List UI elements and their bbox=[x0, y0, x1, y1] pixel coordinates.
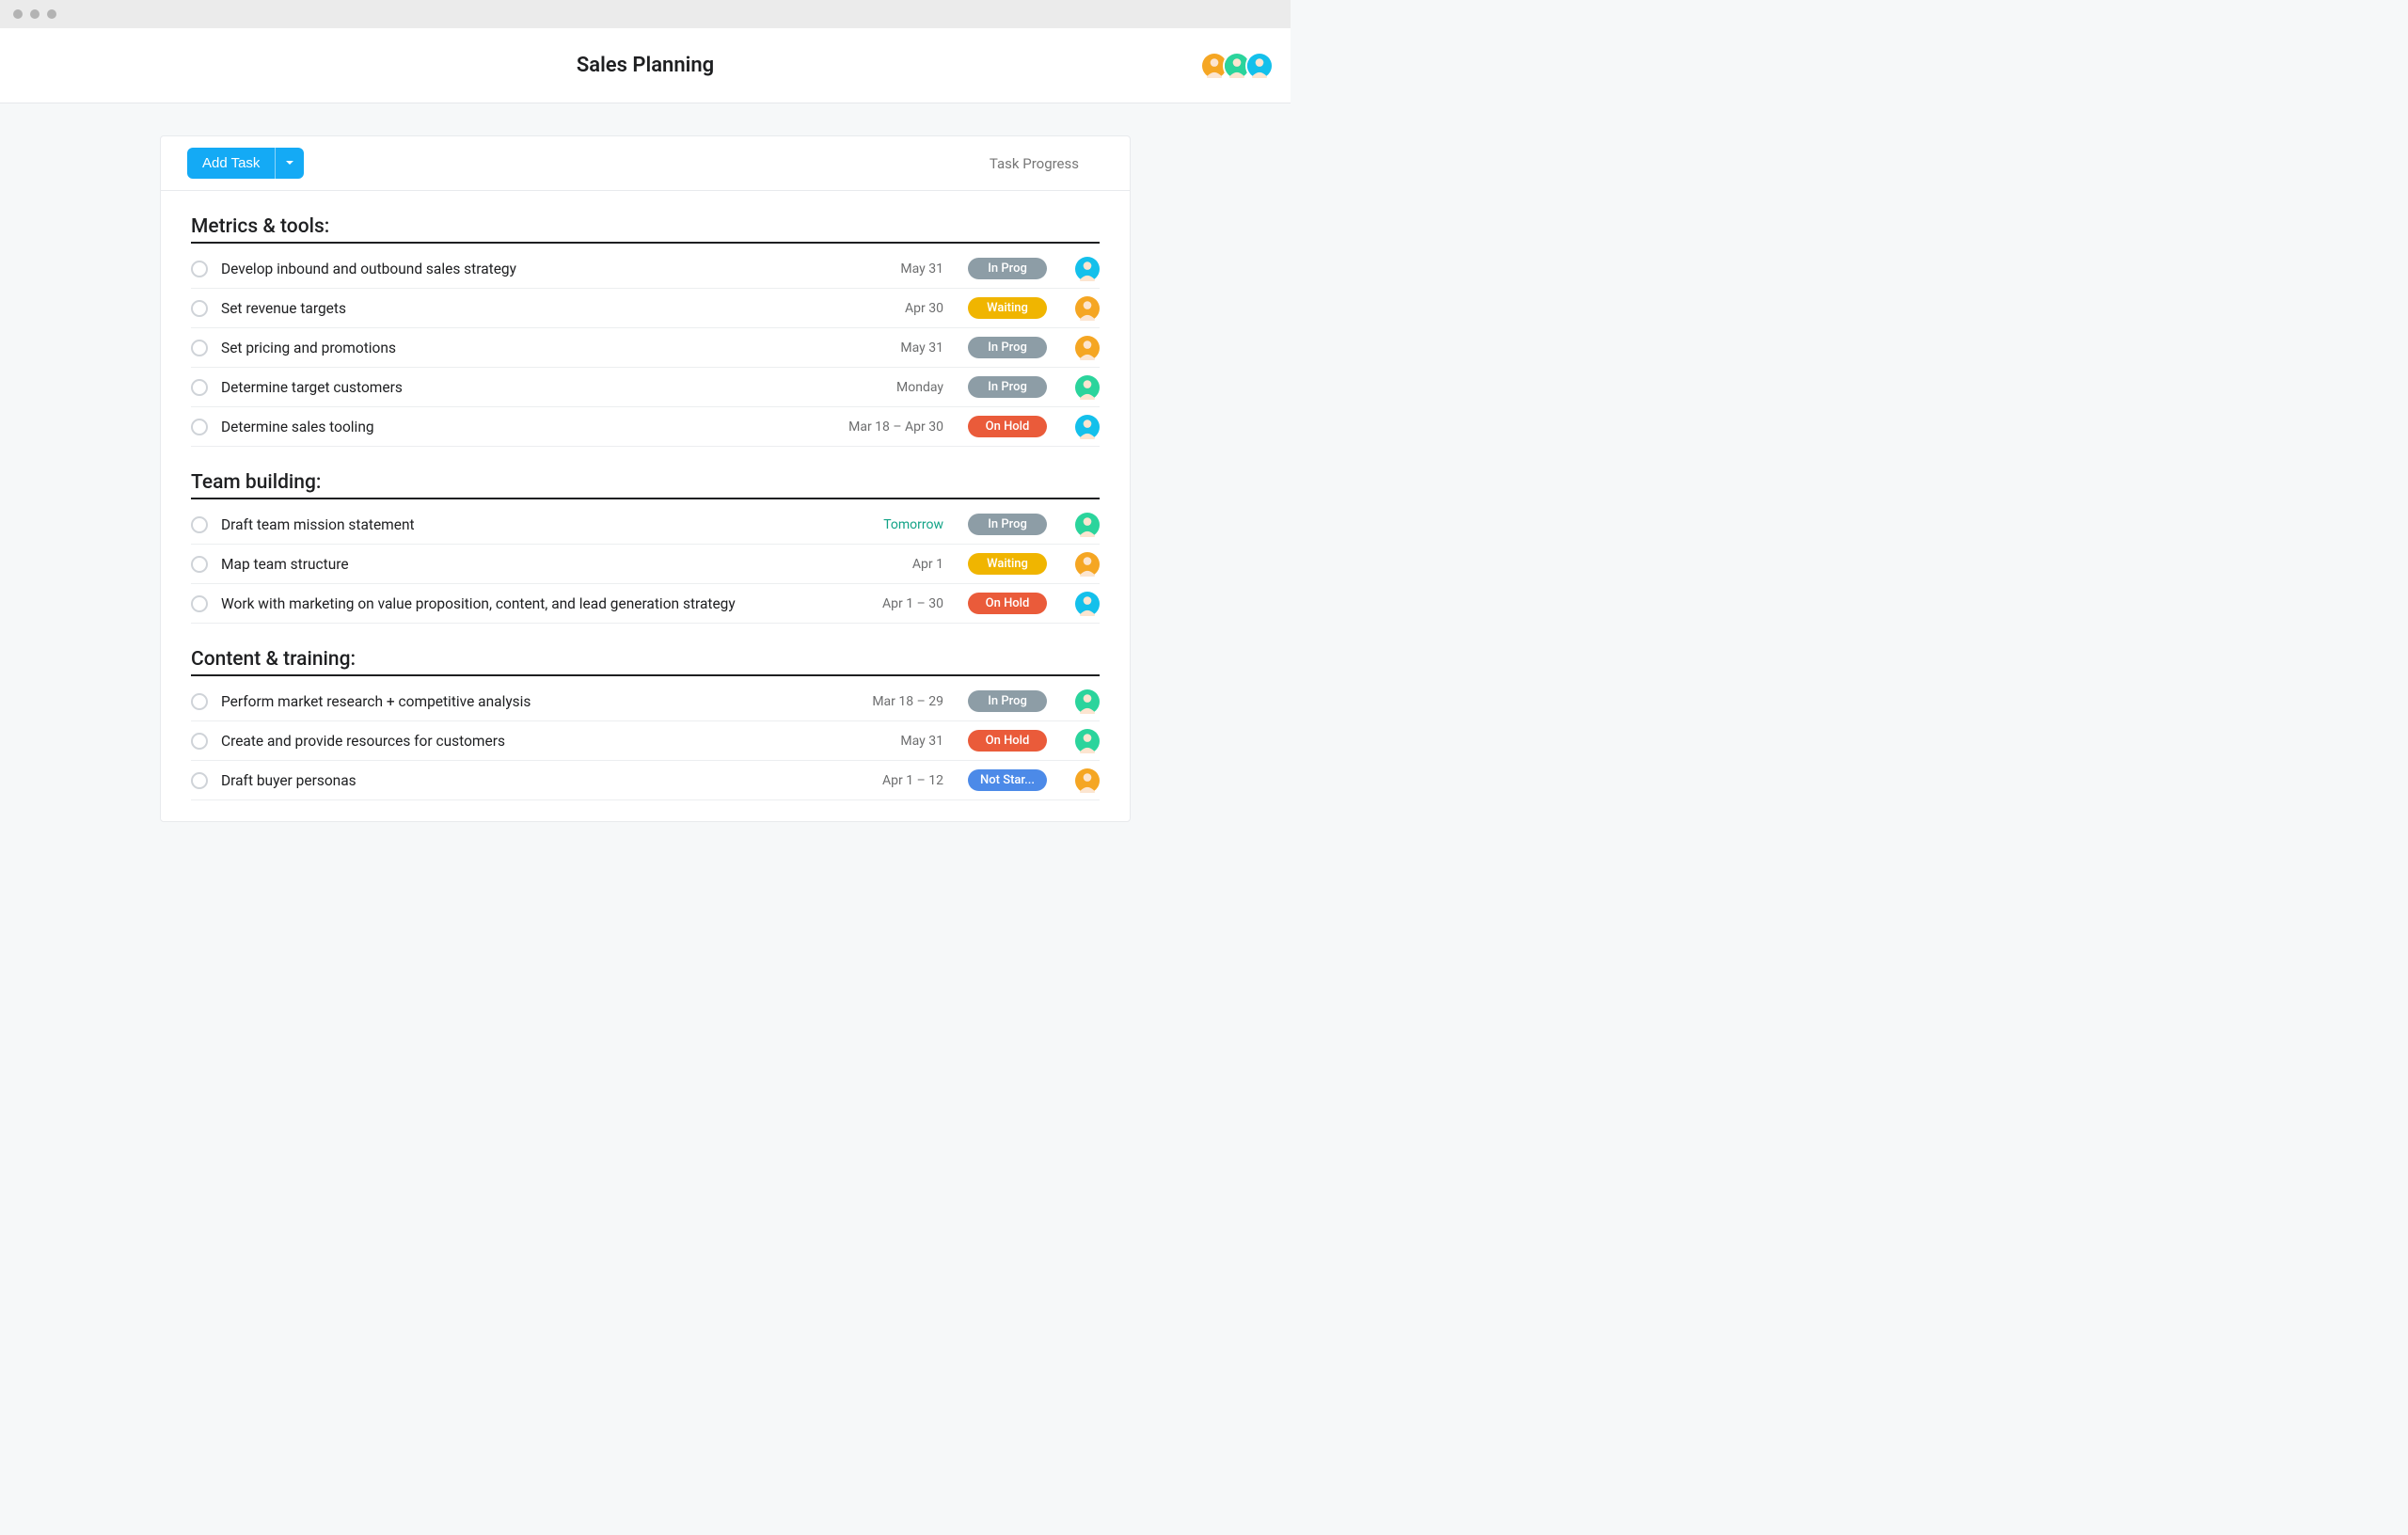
app-header: Sales Planning bbox=[0, 28, 1291, 103]
window-dot bbox=[30, 9, 40, 19]
task-row[interactable]: Determine sales toolingMar 18 – Apr 30On… bbox=[191, 407, 1100, 447]
status-pill[interactable]: In Prog bbox=[968, 376, 1047, 398]
task-row[interactable]: Draft buyer personasApr 1 – 12Not Star..… bbox=[191, 761, 1100, 800]
task-row[interactable]: Map team structureApr 1Waiting bbox=[191, 545, 1100, 584]
window-dot bbox=[13, 9, 23, 19]
task-due-date[interactable]: Apr 1 – 30 bbox=[836, 596, 968, 611]
task-name[interactable]: Set pricing and promotions bbox=[221, 340, 836, 356]
status-pill[interactable]: On Hold bbox=[968, 416, 1047, 437]
window-dot bbox=[47, 9, 56, 19]
assignee-avatar[interactable] bbox=[1075, 296, 1100, 321]
section-title[interactable]: Metrics & tools: bbox=[191, 215, 1100, 244]
status-pill[interactable]: On Hold bbox=[968, 730, 1047, 752]
task-due-date[interactable]: May 31 bbox=[836, 261, 968, 277]
assignee-avatar[interactable] bbox=[1075, 257, 1100, 281]
complete-task-checkbox[interactable] bbox=[191, 516, 208, 533]
task-name[interactable]: Work with marketing on value proposition… bbox=[221, 595, 836, 612]
task-row[interactable]: Create and provide resources for custome… bbox=[191, 721, 1100, 761]
status-pill[interactable]: Not Star... bbox=[968, 769, 1047, 791]
task-row[interactable]: Work with marketing on value proposition… bbox=[191, 584, 1100, 624]
assignee-avatar[interactable] bbox=[1075, 768, 1100, 793]
task-name[interactable]: Map team structure bbox=[221, 556, 836, 573]
task-name[interactable]: Determine target customers bbox=[221, 379, 836, 396]
task-name[interactable]: Perform market research + competitive an… bbox=[221, 693, 836, 710]
complete-task-checkbox[interactable] bbox=[191, 340, 208, 356]
add-task-button[interactable]: Add Task bbox=[187, 148, 275, 179]
section-title[interactable]: Team building: bbox=[191, 471, 1100, 499]
task-name[interactable]: Create and provide resources for custome… bbox=[221, 733, 836, 750]
task-due-date[interactable]: May 31 bbox=[836, 734, 968, 749]
assignee-avatar[interactable] bbox=[1075, 592, 1100, 616]
page-title: Sales Planning bbox=[577, 54, 714, 77]
complete-task-checkbox[interactable] bbox=[191, 261, 208, 277]
section-title[interactable]: Content & training: bbox=[191, 648, 1100, 676]
assignee-avatar[interactable] bbox=[1075, 729, 1100, 753]
status-pill[interactable]: In Prog bbox=[968, 514, 1047, 535]
task-row[interactable]: Determine target customersMondayIn Prog bbox=[191, 368, 1100, 407]
complete-task-checkbox[interactable] bbox=[191, 733, 208, 750]
task-name[interactable]: Set revenue targets bbox=[221, 300, 836, 317]
task-row[interactable]: Set revenue targetsApr 30Waiting bbox=[191, 289, 1100, 328]
task-due-date[interactable]: May 31 bbox=[836, 340, 968, 356]
task-due-date[interactable]: Monday bbox=[836, 380, 968, 395]
task-due-date[interactable]: Mar 18 – 29 bbox=[836, 694, 968, 709]
window-chrome bbox=[0, 0, 1291, 28]
task-due-date[interactable]: Tomorrow bbox=[836, 517, 968, 532]
task-row[interactable]: Develop inbound and outbound sales strat… bbox=[191, 249, 1100, 289]
status-pill[interactable]: On Hold bbox=[968, 593, 1047, 614]
status-pill[interactable]: In Prog bbox=[968, 690, 1047, 712]
assignee-avatar[interactable] bbox=[1075, 336, 1100, 360]
task-progress-column-header: Task Progress bbox=[990, 155, 1103, 172]
status-pill[interactable]: In Prog bbox=[968, 337, 1047, 358]
add-task-dropdown-button[interactable] bbox=[275, 148, 304, 179]
task-due-date[interactable]: Mar 18 – Apr 30 bbox=[836, 419, 968, 435]
complete-task-checkbox[interactable] bbox=[191, 693, 208, 710]
task-name[interactable]: Draft buyer personas bbox=[221, 772, 836, 789]
complete-task-checkbox[interactable] bbox=[191, 772, 208, 789]
task-due-date[interactable]: Apr 1 bbox=[836, 557, 968, 572]
task-due-date[interactable]: Apr 1 – 12 bbox=[836, 773, 968, 788]
chevron-down-icon bbox=[285, 156, 294, 170]
status-pill[interactable]: In Prog bbox=[968, 258, 1047, 279]
assignee-avatar[interactable] bbox=[1075, 375, 1100, 400]
task-name[interactable]: Determine sales tooling bbox=[221, 419, 836, 435]
status-pill[interactable]: Waiting bbox=[968, 297, 1047, 319]
complete-task-checkbox[interactable] bbox=[191, 419, 208, 435]
task-name[interactable]: Draft team mission statement bbox=[221, 516, 836, 533]
complete-task-checkbox[interactable] bbox=[191, 379, 208, 396]
header-avatars bbox=[1206, 52, 1291, 80]
assignee-avatar[interactable] bbox=[1075, 415, 1100, 439]
task-list-card: Add Task Task Progress Metrics & tools: D… bbox=[160, 135, 1131, 822]
task-name[interactable]: Develop inbound and outbound sales strat… bbox=[221, 261, 836, 277]
card-toolbar: Add Task Task Progress bbox=[161, 136, 1130, 191]
task-row[interactable]: Draft team mission statementTomorrowIn P… bbox=[191, 505, 1100, 545]
complete-task-checkbox[interactable] bbox=[191, 300, 208, 317]
task-due-date[interactable]: Apr 30 bbox=[836, 301, 968, 316]
avatar[interactable] bbox=[1245, 52, 1274, 80]
task-row[interactable]: Perform market research + competitive an… bbox=[191, 682, 1100, 721]
assignee-avatar[interactable] bbox=[1075, 552, 1100, 577]
assignee-avatar[interactable] bbox=[1075, 513, 1100, 537]
assignee-avatar[interactable] bbox=[1075, 689, 1100, 714]
add-task-group: Add Task bbox=[187, 148, 304, 179]
status-pill[interactable]: Waiting bbox=[968, 553, 1047, 575]
task-row[interactable]: Set pricing and promotionsMay 31In Prog bbox=[191, 328, 1100, 368]
complete-task-checkbox[interactable] bbox=[191, 595, 208, 612]
complete-task-checkbox[interactable] bbox=[191, 556, 208, 573]
